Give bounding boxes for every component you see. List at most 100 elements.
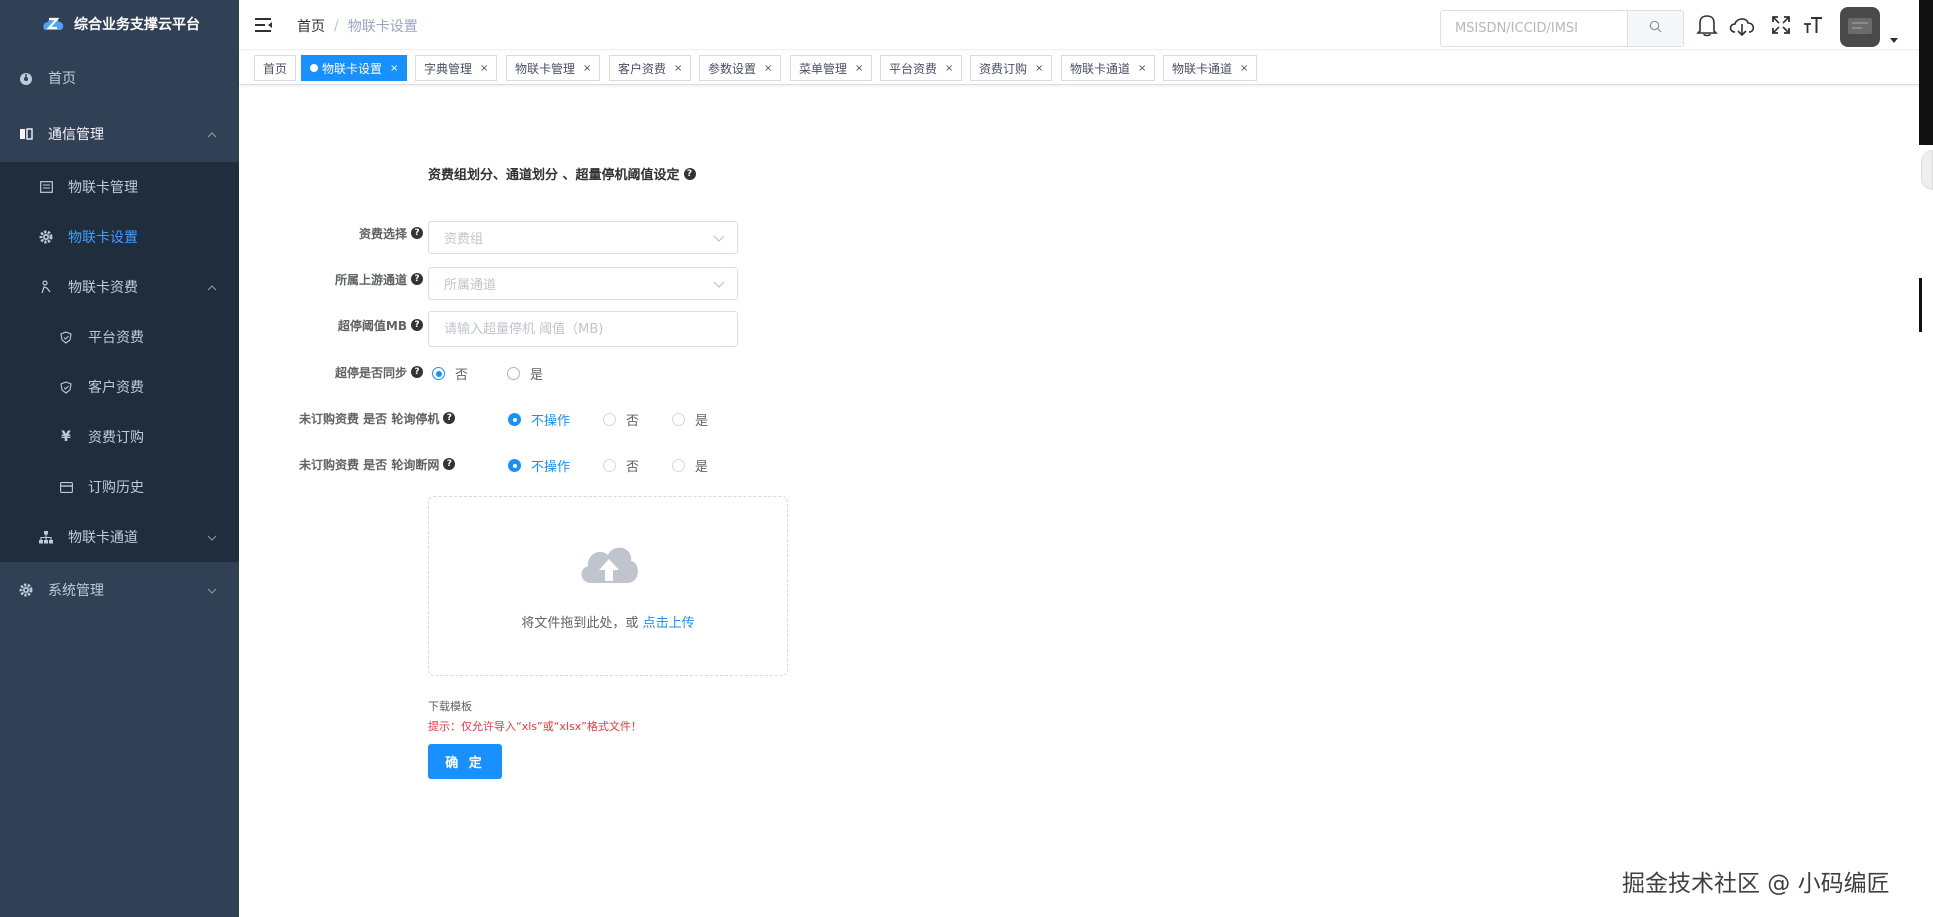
poll-stop-radio-yes[interactable]: 是 bbox=[672, 410, 708, 429]
sidebar-item-customer-tariff[interactable]: 客户资费 bbox=[0, 362, 239, 412]
confirm-button[interactable]: 确 定 bbox=[428, 744, 502, 779]
gear-icon bbox=[18, 582, 34, 598]
tag-home[interactable]: 首页 bbox=[254, 55, 297, 81]
sidebar-item-card-mgmt[interactable]: 物联卡管理 bbox=[0, 162, 239, 212]
radio-circle bbox=[507, 367, 520, 380]
sidebar-item-home[interactable]: 首页 bbox=[0, 50, 239, 106]
tag-dict-mgmt[interactable]: 字典管理 × bbox=[415, 55, 498, 81]
close-icon[interactable]: × bbox=[583, 63, 591, 74]
tag-label: 参数设置 bbox=[708, 61, 757, 76]
tag-label: 平台资费 bbox=[889, 61, 938, 76]
tariff-select[interactable]: 资费组 bbox=[428, 221, 738, 254]
question-icon[interactable]: ? bbox=[443, 412, 456, 424]
upload-text: 将文件拖到此处，或 点击上传 bbox=[521, 616, 695, 631]
active-dot bbox=[310, 64, 318, 72]
close-icon[interactable]: × bbox=[1240, 63, 1248, 74]
tag-card-settings[interactable]: 物联卡设置 × bbox=[301, 55, 408, 81]
tag-label: 客户资费 bbox=[618, 61, 667, 76]
avatar[interactable] bbox=[1840, 7, 1880, 47]
sync-radio-no[interactable]: 否 bbox=[432, 364, 468, 383]
close-icon[interactable]: × bbox=[1035, 63, 1043, 74]
tag-card-channel-2[interactable]: 物联卡通道 × bbox=[1163, 55, 1258, 81]
threshold-label: 超停阈值MB? bbox=[299, 315, 423, 335]
tag-card-channel[interactable]: 物联卡通道 × bbox=[1061, 55, 1156, 81]
close-icon[interactable]: × bbox=[480, 63, 488, 74]
tag-menu-mgmt[interactable]: 菜单管理 × bbox=[790, 55, 873, 81]
tag-label: 物联卡通道 bbox=[1070, 61, 1131, 76]
chevron-up-icon bbox=[207, 128, 217, 144]
floating-widget[interactable] bbox=[1921, 150, 1933, 190]
channel-select[interactable]: 所属通道 bbox=[428, 267, 738, 300]
credit-card-icon bbox=[58, 479, 74, 495]
sidebar-item-card-settings[interactable]: 物联卡设置 bbox=[0, 212, 239, 262]
sidebar-item-platform-tariff[interactable]: 平台资费 bbox=[0, 312, 239, 362]
poll-stop-radio-noop[interactable]: 不操作 bbox=[508, 410, 570, 429]
user-hand-icon bbox=[38, 279, 54, 295]
radio-circle bbox=[603, 413, 616, 426]
poll-break-radio-noop[interactable]: 不操作 bbox=[508, 456, 570, 475]
list-icon bbox=[38, 179, 54, 195]
breadcrumb-home[interactable]: 首页 bbox=[297, 16, 325, 36]
breadcrumb: 首页 / 物联卡设置 bbox=[297, 16, 418, 36]
app-title: 综合业务支撑云平台 bbox=[74, 17, 200, 33]
sidebar-item-comm-mgmt[interactable]: 通信管理 bbox=[0, 106, 239, 162]
question-icon[interactable]: ? bbox=[683, 167, 696, 180]
close-icon[interactable]: × bbox=[945, 63, 953, 74]
font-size-icon[interactable] bbox=[1801, 13, 1825, 37]
sidebar-item-label: 物联卡资费 bbox=[68, 280, 138, 296]
tag-tariff-order[interactable]: 资费订购 × bbox=[970, 55, 1053, 81]
sync-label: 超停是否同步? bbox=[299, 362, 423, 382]
channel-label: 所属上游通道? bbox=[299, 269, 423, 289]
question-icon[interactable]: ? bbox=[411, 273, 423, 285]
caret-down-icon[interactable] bbox=[1890, 33, 1898, 48]
tag-platform-tariff[interactable]: 平台资费 × bbox=[880, 55, 963, 81]
breadcrumb-separator: / bbox=[334, 18, 339, 34]
poll-break-label: 未订购资费 是否 轮询断网? bbox=[259, 454, 503, 474]
close-icon[interactable]: × bbox=[1138, 63, 1146, 74]
sidebar-item-tariff-order[interactable]: ¥ 资费订购 bbox=[0, 412, 239, 462]
download-template-link[interactable]: 下载模板 bbox=[428, 698, 472, 714]
tag-card-mgmt[interactable]: 物联卡管理 × bbox=[506, 55, 601, 81]
question-icon[interactable]: ? bbox=[411, 366, 423, 378]
sidebar-item-label: 客户资费 bbox=[88, 380, 144, 396]
threshold-input[interactable] bbox=[428, 311, 738, 347]
poll-stop-radio-no[interactable]: 否 bbox=[603, 410, 639, 429]
header-search bbox=[1440, 10, 1684, 47]
bell-icon[interactable] bbox=[1695, 13, 1719, 37]
sidebar-item-card-tariff[interactable]: 物联卡资费 bbox=[0, 262, 239, 312]
close-icon[interactable]: × bbox=[390, 63, 398, 74]
sidebar-item-label: 物联卡管理 bbox=[68, 180, 138, 196]
tag-label: 物联卡通道 bbox=[1172, 61, 1233, 76]
sidebar-item-sys-mgmt[interactable]: 系统管理 bbox=[0, 562, 239, 618]
tag-param-settings[interactable]: 参数设置 × bbox=[699, 55, 782, 81]
sidebar-item-label: 物联卡通道 bbox=[68, 530, 138, 546]
close-icon[interactable]: × bbox=[764, 63, 772, 74]
tag-label: 物联卡管理 bbox=[515, 61, 576, 76]
poll-break-radio-yes[interactable]: 是 bbox=[672, 456, 708, 475]
cloud-download-icon[interactable] bbox=[1727, 13, 1757, 37]
sync-radio-yes[interactable]: 是 bbox=[507, 364, 543, 383]
question-icon[interactable]: ? bbox=[411, 319, 423, 331]
sidebar-item-label: 订购历史 bbox=[88, 480, 144, 496]
sidebar-item-card-channel[interactable]: 物联卡通道 bbox=[0, 512, 239, 562]
shield-icon bbox=[58, 329, 74, 345]
hamburger-icon[interactable] bbox=[255, 16, 273, 34]
sidebar: 综合业务支撑云平台 首页 通信管理 物联卡管理 物联卡设置 物联卡资费 平台资费… bbox=[0, 0, 239, 917]
close-icon[interactable]: × bbox=[674, 63, 682, 74]
upload-link[interactable]: 点击上传 bbox=[643, 616, 695, 631]
poll-break-radio-no[interactable]: 否 bbox=[603, 456, 639, 475]
tag-label: 物联卡设置 bbox=[322, 61, 383, 76]
search-button[interactable] bbox=[1627, 11, 1683, 46]
edge-scrollbar[interactable] bbox=[1919, 0, 1933, 145]
chevron-up-icon bbox=[207, 281, 217, 297]
brand[interactable]: 综合业务支撑云平台 bbox=[0, 0, 239, 48]
close-icon[interactable]: × bbox=[855, 63, 863, 74]
sidebar-item-order-history[interactable]: 订购历史 bbox=[0, 462, 239, 512]
search-input[interactable] bbox=[1441, 11, 1627, 46]
question-icon[interactable]: ? bbox=[411, 227, 423, 239]
upload-dropzone[interactable]: 将文件拖到此处，或 点击上传 bbox=[428, 496, 788, 676]
question-icon[interactable]: ? bbox=[443, 458, 456, 470]
tag-customer-tariff[interactable]: 客户资费 × bbox=[609, 55, 692, 81]
navbar: 首页 / 物联卡设置 bbox=[239, 0, 1933, 50]
fullscreen-icon[interactable] bbox=[1769, 13, 1793, 37]
